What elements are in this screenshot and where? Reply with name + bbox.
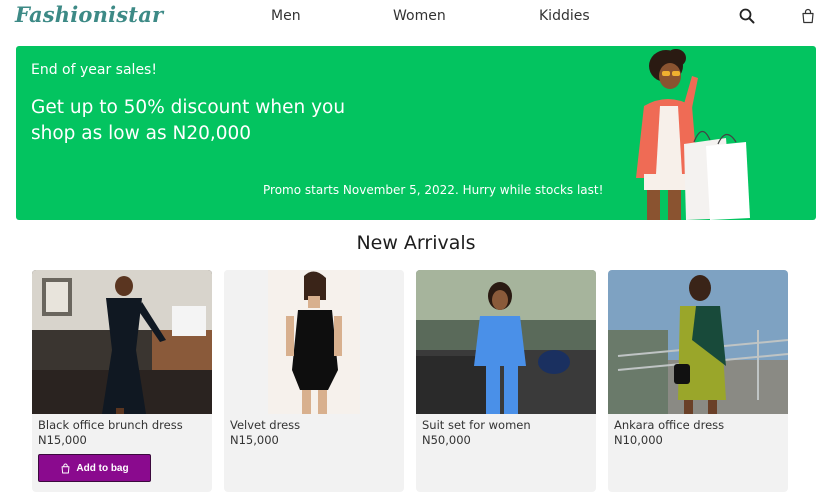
banner-eyebrow: End of year sales!: [31, 62, 157, 78]
banner-model-image: [636, 49, 750, 220]
section-title-new-arrivals: New Arrivals: [356, 232, 476, 254]
nav-link-women[interactable]: Women: [393, 8, 446, 24]
add-to-bag-button[interactable]: Add to bag: [38, 454, 151, 482]
product-price: N10,000: [614, 433, 663, 447]
nav-link-kiddies[interactable]: Kiddies: [539, 8, 590, 24]
product-image: [608, 270, 788, 414]
shopping-bag-icon: [61, 463, 70, 473]
nav-link-men[interactable]: Men: [271, 8, 301, 24]
promo-banner: End of year sales! Get up to 50% discoun…: [16, 46, 816, 220]
banner-promo-text: Promo starts November 5, 2022. Hurry whi…: [263, 183, 604, 197]
product-price: N15,000: [38, 433, 87, 447]
product-image: [416, 270, 596, 414]
cart-button[interactable]: [798, 6, 818, 26]
search-icon: [739, 8, 755, 24]
product-name: Suit set for women: [422, 418, 531, 432]
product-card[interactable]: Velvet dress N15,000: [224, 270, 404, 492]
banner-headline: Get up to 50% discount when you shop as …: [31, 97, 346, 144]
search-button[interactable]: [737, 6, 757, 26]
site-logo[interactable]: Fashionistar: [15, 2, 163, 27]
product-price: N50,000: [422, 433, 471, 447]
product-card[interactable]: Suit set for women N50,000: [416, 270, 596, 492]
product-name: Ankara office dress: [614, 418, 725, 432]
product-image: [224, 270, 404, 414]
product-name: Black office brunch dress: [38, 418, 183, 432]
product-name: Velvet dress: [230, 418, 301, 432]
add-to-bag-label: Add to bag: [76, 462, 129, 474]
product-image: [32, 270, 212, 414]
product-card[interactable]: Black office brunch dress N15,000 Add to…: [32, 270, 212, 492]
product-card[interactable]: Ankara office dress N10,000: [608, 270, 788, 492]
shopping-bag-icon: [802, 8, 814, 24]
site-header: Fashionistar Men Women Kiddies: [0, 0, 834, 36]
product-price: N15,000: [230, 433, 279, 447]
